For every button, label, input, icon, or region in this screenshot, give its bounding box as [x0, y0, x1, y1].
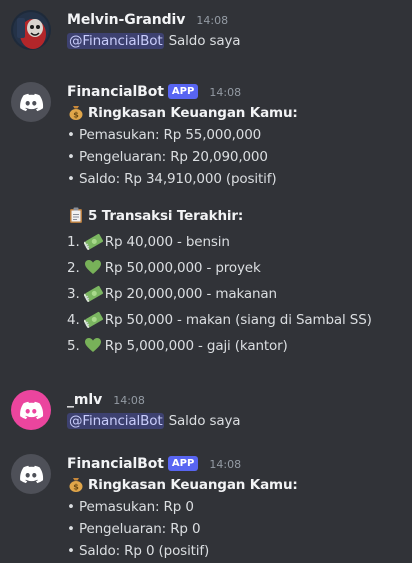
transactions-title: 5 Transaksi Terakhir:: [88, 208, 244, 224]
summary-title-line: $ Ringkasan Keuangan Kamu:: [67, 102, 408, 124]
money-flying-icon: [83, 284, 103, 302]
avatar[interactable]: [11, 82, 51, 122]
mention-financialbot[interactable]: @FinancialBot: [67, 413, 165, 429]
transaction-item: 1. Rp 40,000 - bensin: [67, 229, 408, 255]
avatar[interactable]: [11, 454, 51, 494]
message-text: @FinancialBot Saldo saya: [67, 410, 408, 432]
timestamp: 14:08: [209, 458, 242, 471]
user-avatar-image: [11, 10, 51, 50]
transactions-title-line: 5 Transaksi Terakhir:: [67, 203, 408, 229]
summary-title-line: $ Ringkasan Keuangan Kamu:: [67, 474, 408, 496]
summary-line: • Pemasukan: Rp 0: [67, 499, 194, 515]
discord-logo-icon: [11, 82, 51, 122]
summary-line: • Pengeluaran: Rp 20,090,000: [67, 149, 268, 165]
transaction-text: Rp 40,000 - bensin: [104, 234, 230, 250]
summary-line: • Saldo: Rp 34,910,000 (positif): [67, 171, 277, 187]
username[interactable]: Melvin-Grandiv: [67, 12, 185, 28]
transaction-index: 2.: [67, 260, 80, 276]
money-bag-icon: $: [67, 103, 85, 121]
message-body: Saldo saya: [164, 413, 241, 429]
svg-text:$: $: [73, 111, 79, 120]
money-bag-icon: $: [67, 475, 85, 493]
summary-line: • Pengeluaran: Rp 0: [67, 521, 201, 537]
transaction-index: 3.: [67, 286, 80, 302]
transaction-item: 4. Rp 50,000 - makan (siang di Sambal SS…: [67, 307, 408, 333]
clipboard-icon: [67, 206, 85, 224]
mention-financialbot[interactable]: @FinancialBot: [67, 33, 165, 49]
chat-message-list: Melvin-Grandiv 14:08 @FinancialBot Saldo…: [0, 0, 412, 563]
money-flying-icon: [83, 232, 103, 250]
message-text: @FinancialBot Saldo saya: [67, 30, 408, 52]
summary-title: Ringkasan Keuangan Kamu:: [88, 477, 298, 493]
transaction-item: 5. Rp 5,000,000 - gaji (kantor): [67, 333, 408, 359]
timestamp: 14:08: [196, 14, 229, 27]
avatar[interactable]: [11, 390, 51, 430]
transaction-index: 5.: [67, 338, 80, 354]
money-flying-icon: [83, 310, 103, 328]
green-heart-icon: [84, 336, 102, 354]
username[interactable]: _mlv: [67, 392, 102, 408]
app-tag: APP: [167, 456, 199, 471]
transaction-text: Rp 5,000,000 - gaji (kantor): [104, 338, 288, 354]
transaction-item: 3. Rp 20,000,000 - makanan: [67, 281, 408, 307]
green-heart-icon: [84, 258, 102, 276]
username[interactable]: FinancialBot: [67, 456, 164, 472]
avatar[interactable]: [11, 10, 51, 50]
transaction-text: Rp 50,000,000 - proyek: [104, 260, 261, 276]
transaction-text: Rp 20,000,000 - makanan: [104, 286, 277, 302]
timestamp: 14:08: [113, 394, 145, 407]
discord-logo-icon: [11, 454, 51, 494]
transaction-item: 2. Rp 50,000,000 - proyek: [67, 255, 408, 281]
message-body: Saldo saya: [164, 33, 241, 49]
timestamp: 14:08: [209, 86, 242, 99]
transaction-index: 4.: [67, 312, 80, 328]
transaction-text: Rp 50,000 - makan (siang di Sambal SS): [104, 312, 372, 328]
summary-title: Ringkasan Keuangan Kamu:: [88, 105, 298, 121]
username[interactable]: FinancialBot: [67, 84, 164, 100]
app-tag: APP: [167, 84, 199, 99]
summary-line: • Saldo: Rp 0 (positif): [67, 543, 210, 559]
svg-text:$: $: [73, 483, 79, 492]
summary-line: • Pemasukan: Rp 55,000,000: [67, 127, 262, 143]
transaction-index: 1.: [67, 234, 80, 250]
discord-logo-icon: [11, 390, 51, 430]
